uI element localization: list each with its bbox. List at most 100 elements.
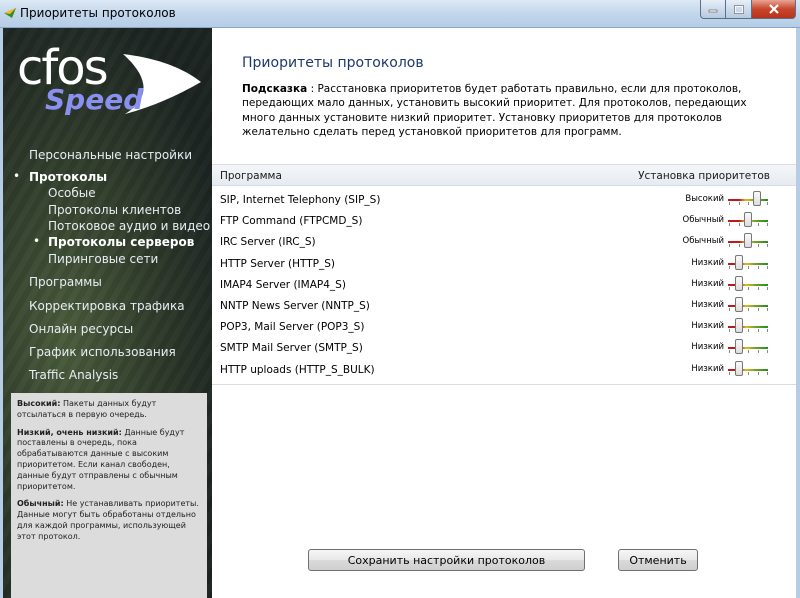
maximize-icon <box>733 4 744 14</box>
priority-slider[interactable] <box>726 233 770 249</box>
priority-slider[interactable] <box>726 254 770 271</box>
protocol-name: POP3, Mail Server (POP3_S) <box>220 321 365 334</box>
nav-item-online-resources[interactable]: Онлайн ресурсы <box>29 322 133 336</box>
legend-normal: Обычный: Не устанавливать приоритеты. Да… <box>17 499 199 541</box>
nav-item-protocols[interactable]: Протоколы <box>29 170 107 184</box>
protocol-name: FTP Command (FTPCMD_S) <box>220 215 363 228</box>
priority-label: Низкий <box>691 342 724 353</box>
nav-bullet: • <box>33 234 41 248</box>
slider-tick <box>729 244 730 248</box>
slider-tick <box>757 265 759 269</box>
slider-tick <box>757 329 759 333</box>
slider-track <box>728 283 768 286</box>
slider-tick <box>748 371 749 375</box>
nav-item-traffic-analysis[interactable]: Traffic Analysis <box>29 368 118 382</box>
slider-tick <box>757 308 759 311</box>
priority-label: Высокий <box>685 194 724 204</box>
slider-tick <box>729 265 730 269</box>
slider-tick <box>748 329 749 333</box>
slider-tick <box>748 286 749 290</box>
priority-label: Низкий <box>691 300 724 310</box>
nav-item-special[interactable]: Особые <box>48 186 96 200</box>
protocol-name: SIP, Internet Telephony (SIP_S) <box>220 194 381 206</box>
nav-item-server-protocols[interactable]: Протоколы серверов <box>48 235 194 249</box>
slider-tick <box>729 223 730 227</box>
priority-slider[interactable] <box>726 275 770 292</box>
priority-slider[interactable] <box>726 339 770 355</box>
nav-item-client-protocols[interactable]: Протоколы клиентов <box>48 203 181 217</box>
slider-thumb[interactable] <box>735 254 743 270</box>
slider-tick <box>729 286 730 290</box>
slider-track <box>728 305 768 307</box>
slider-tick <box>729 308 730 311</box>
slider-tick <box>738 223 740 227</box>
slider-tick <box>748 202 749 205</box>
slider-thumb[interactable] <box>735 297 743 312</box>
slider-thumb[interactable] <box>735 360 743 376</box>
slider-tick <box>748 308 749 311</box>
close-icon <box>768 4 779 14</box>
priority-label: Обычный <box>682 215 724 226</box>
nav-item-programs[interactable]: Программы <box>29 275 102 289</box>
cancel-button[interactable]: Отменить <box>618 549 698 571</box>
nav-item-personal[interactable]: Персональные настройки <box>29 148 192 162</box>
table-row: POP3, Mail Server (POP3_S) Низкий <box>212 316 796 337</box>
slider-tick <box>767 265 768 269</box>
slider-tick <box>767 350 768 354</box>
window-controls <box>700 0 796 20</box>
protocol-name: HTTP Server (HTTP_S) <box>220 257 335 270</box>
slider-tick <box>767 286 768 290</box>
nav-item-p2p[interactable]: Пиринговые сети <box>48 252 158 266</box>
nav-item-usage-graph[interactable]: График использования <box>29 345 176 359</box>
protocol-name: IMAP4 Server (IMAP4_S) <box>220 278 346 291</box>
slider-thumb[interactable] <box>735 318 743 334</box>
slider-tick <box>729 350 730 354</box>
priority-slider[interactable] <box>726 297 770 313</box>
priority-slider[interactable] <box>726 360 770 377</box>
slider-track <box>728 262 768 265</box>
table-divider <box>212 384 796 385</box>
priority-slider[interactable] <box>726 318 770 334</box>
slider-tick <box>738 202 740 205</box>
table-row: SMTP Mail Server (SMTP_S) Низкий <box>212 337 796 358</box>
hint-text: Подсказка : Расстановка приоритетов буде… <box>242 83 747 139</box>
maximize-button[interactable] <box>726 0 752 19</box>
table-row: FTP Command (FTPCMD_S) Обычный <box>212 210 796 231</box>
save-settings-button[interactable]: Сохранить настройки протоколов <box>308 549 585 571</box>
slider-thumb[interactable] <box>735 339 743 355</box>
priority-slider[interactable] <box>726 212 770 228</box>
table-row: IRC Server (IRC_S) Обычный <box>212 231 796 252</box>
priority-label: Обычный <box>682 236 724 247</box>
sidebar: cfos Speed Персональные настройки • Прот… <box>3 28 212 598</box>
priority-label: Низкий <box>691 278 724 289</box>
table-header: Программа Установка приоритетов <box>212 164 796 186</box>
nav-bullet: • <box>13 169 21 183</box>
slider-tick <box>738 244 740 248</box>
slider-thumb[interactable] <box>753 191 761 206</box>
logo-sub: Speed <box>45 83 144 116</box>
minimize-button[interactable] <box>700 0 726 19</box>
priority-slider[interactable] <box>726 191 770 207</box>
slider-thumb[interactable] <box>744 233 752 249</box>
slider-thumb[interactable] <box>735 275 743 291</box>
slider-tick <box>729 202 730 205</box>
nav-item-traffic-shaping[interactable]: Корректировка трафика <box>29 299 185 313</box>
protocol-name: IRC Server (IRC_S) <box>220 236 316 249</box>
priority-label: Низкий <box>691 257 724 268</box>
main-panel: Приоритеты протоколов Подсказка : Расста… <box>212 28 796 598</box>
slider-track <box>728 199 768 201</box>
legend-low: Низкий, очень низкий: Данные будут поста… <box>17 427 185 491</box>
table-row: HTTP uploads (HTTP_S_BULK) Низкий <box>212 359 796 380</box>
minimize-icon <box>708 9 718 13</box>
column-header-priority: Установка приоритетов <box>638 170 770 182</box>
slider-tick <box>757 371 759 375</box>
slider-tick <box>748 265 749 269</box>
slider-thumb[interactable] <box>744 212 752 228</box>
table-row: HTTP Server (HTTP_S) Низкий <box>212 253 796 274</box>
nav-item-streaming[interactable]: Потоковое аудио и видео <box>48 219 210 233</box>
table-row: NNTP News Server (NNTP_S) Низкий <box>212 295 796 316</box>
slider-track <box>728 326 768 329</box>
slider-tick <box>767 202 768 205</box>
priority-legend: Высокий: Пакеты данных будут отсылаться … <box>11 393 207 598</box>
close-button[interactable] <box>752 0 796 19</box>
